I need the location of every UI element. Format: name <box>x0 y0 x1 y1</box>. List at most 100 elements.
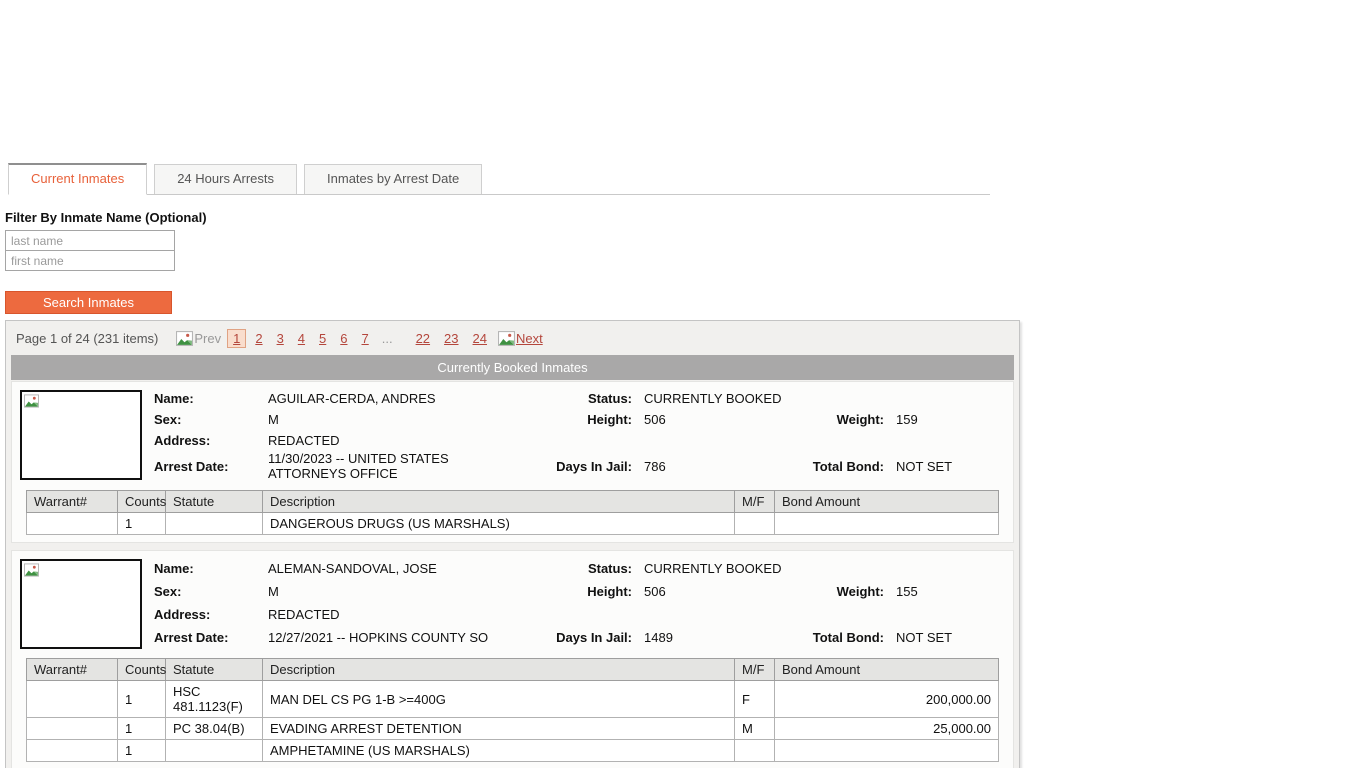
results-panel: Page 1 of 24 (231 items) Prev 1 2 3 4 5 … <box>5 320 1020 768</box>
broken-image-icon <box>24 563 39 577</box>
total-bond-label: Total Bond: <box>796 459 896 474</box>
weight-label: Weight: <box>796 584 896 599</box>
name-label: Name: <box>154 391 268 406</box>
broken-image-icon <box>498 331 515 346</box>
description-cell: DANGEROUS DRUGS (US MARSHALS) <box>263 513 735 535</box>
weight-label: Weight: <box>796 412 896 427</box>
prev-label: Prev <box>194 331 221 346</box>
description-cell: AMPHETAMINE (US MARSHALS) <box>263 740 735 762</box>
inmate-record: Name: AGUILAR-CERDA, ANDRES Status: CURR… <box>11 381 1014 543</box>
page-link-7[interactable]: 7 <box>357 330 374 347</box>
page-link-2[interactable]: 2 <box>250 330 267 347</box>
inmate-total-bond: NOT SET <box>896 459 1003 474</box>
tab-current-inmates[interactable]: Current Inmates <box>8 163 147 195</box>
statute-col-header: Statute <box>166 659 263 681</box>
warrant-cell <box>27 740 118 762</box>
name-label: Name: <box>154 561 268 576</box>
total-bond-label: Total Bond: <box>796 630 896 645</box>
statute-cell: PC 38.04(B) <box>166 718 263 740</box>
inmate-total-bond: NOT SET <box>896 630 1003 645</box>
inmate-height: 506 <box>644 584 796 599</box>
page-summary: Page 1 of 24 (231 items) <box>16 331 158 346</box>
mf-col-header: M/F <box>735 659 775 681</box>
warrant-cell <box>27 681 118 718</box>
page-link-23[interactable]: 23 <box>439 330 463 347</box>
counts-cell: 1 <box>118 681 166 718</box>
inmate-days-in-jail: 1489 <box>644 630 796 645</box>
inmate-record: Name: ALEMAN-SANDOVAL, JOSE Status: CURR… <box>11 550 1014 768</box>
inmate-address: REDACTED <box>268 433 1003 448</box>
page-link-3[interactable]: 3 <box>272 330 289 347</box>
first-name-input[interactable] <box>5 250 175 271</box>
inmate-photo <box>20 390 142 480</box>
inmate-arrest-date: 11/30/2023 -- UNITED STATES ATTORNEYS OF… <box>268 451 508 481</box>
arrest-date-label: Arrest Date: <box>154 630 268 645</box>
last-name-input[interactable] <box>5 230 175 251</box>
page-link-4[interactable]: 4 <box>293 330 310 347</box>
description-col-header: Description <box>263 491 735 513</box>
broken-image-icon <box>24 394 39 408</box>
page-link-5[interactable]: 5 <box>314 330 331 347</box>
sex-label: Sex: <box>154 412 268 427</box>
inmate-photo <box>20 559 142 649</box>
description-cell: EVADING ARREST DETENTION <box>263 718 735 740</box>
address-label: Address: <box>154 433 268 448</box>
page-ellipsis: ... <box>376 331 399 346</box>
bond-cell <box>775 740 999 762</box>
address-label: Address: <box>154 607 268 622</box>
page-link-22[interactable]: 22 <box>411 330 435 347</box>
broken-image-icon <box>176 331 193 346</box>
bond-cell: 25,000.00 <box>775 718 999 740</box>
inmate-address: REDACTED <box>268 607 1003 622</box>
inmate-status: CURRENTLY BOOKED <box>644 391 1003 406</box>
bond-cell <box>775 513 999 535</box>
statute-cell <box>166 513 263 535</box>
page-link-24[interactable]: 24 <box>468 330 492 347</box>
warrant-table: Warrant# Counts Statute Description M/F … <box>26 490 999 535</box>
list-header: Currently Booked Inmates <box>11 355 1014 380</box>
arrest-date-label: Arrest Date: <box>154 459 268 474</box>
bond-cell: 200,000.00 <box>775 681 999 718</box>
inmate-name: AGUILAR-CERDA, ANDRES <box>268 391 508 406</box>
warrant-cell <box>27 513 118 535</box>
inmate-weight: 159 <box>896 412 1003 427</box>
warrant-row: 1 PC 38.04(B) EVADING ARREST DETENTION M… <box>27 718 999 740</box>
page-link-6[interactable]: 6 <box>335 330 352 347</box>
inmate-sex: M <box>268 584 508 599</box>
bond-col-header: Bond Amount <box>775 491 999 513</box>
counts-cell: 1 <box>118 718 166 740</box>
warrant-cell <box>27 718 118 740</box>
mf-cell <box>735 740 775 762</box>
inmate-name: ALEMAN-SANDOVAL, JOSE <box>268 561 508 576</box>
inmate-height: 506 <box>644 412 796 427</box>
tab-inmates-by-arrest-date[interactable]: Inmates by Arrest Date <box>304 164 482 194</box>
status-label: Status: <box>508 561 644 576</box>
statute-col-header: Statute <box>166 491 263 513</box>
status-label: Status: <box>508 391 644 406</box>
page-link-1[interactable]: 1 <box>227 329 246 348</box>
bond-col-header: Bond Amount <box>775 659 999 681</box>
height-label: Height: <box>508 412 644 427</box>
mf-col-header: M/F <box>735 491 775 513</box>
mf-cell: F <box>735 681 775 718</box>
filter-heading: Filter By Inmate Name (Optional) <box>5 210 1366 225</box>
counts-col-header: Counts <box>118 491 166 513</box>
description-cell: MAN DEL CS PG 1-B >=400G <box>263 681 735 718</box>
statute-cell: HSC 481.1123(F) <box>166 681 263 718</box>
inmate-weight: 155 <box>896 584 1003 599</box>
mf-cell: M <box>735 718 775 740</box>
inmate-sex: M <box>268 412 508 427</box>
inmate-status: CURRENTLY BOOKED <box>644 561 1003 576</box>
inmate-days-in-jail: 786 <box>644 459 796 474</box>
statute-cell <box>166 740 263 762</box>
next-label: Next <box>516 331 543 346</box>
next-page-button[interactable]: Next <box>498 331 543 346</box>
inmate-arrest-date: 12/27/2021 -- HOPKINS COUNTY SO <box>268 630 508 645</box>
sex-label: Sex: <box>154 584 268 599</box>
warrant-row: 1 HSC 481.1123(F) MAN DEL CS PG 1-B >=40… <box>27 681 999 718</box>
search-inmates-button[interactable]: Search Inmates <box>5 291 172 314</box>
warrant-col-header: Warrant# <box>27 659 118 681</box>
prev-page-button[interactable]: Prev <box>176 331 221 346</box>
tab-24-hours-arrests[interactable]: 24 Hours Arrests <box>154 164 297 194</box>
warrant-row: 1 AMPHETAMINE (US MARSHALS) <box>27 740 999 762</box>
